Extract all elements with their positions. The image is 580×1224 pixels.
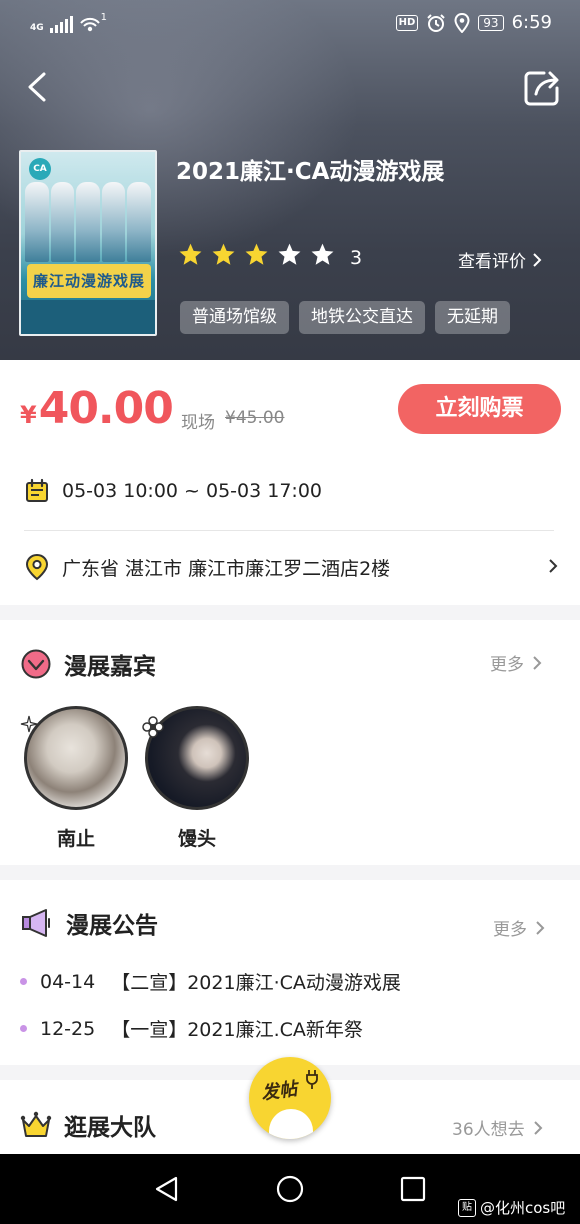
status-bar: 4G 1 HD 93 6:59 xyxy=(0,0,580,48)
battery-icon: 93 xyxy=(478,14,504,31)
guests-section-header: 漫展嘉宾 xyxy=(20,647,156,681)
flower-icon xyxy=(142,716,164,738)
guest-item[interactable]: 南止 xyxy=(24,706,128,851)
network-type: 4G xyxy=(30,23,44,33)
sale-type: 现场 xyxy=(181,413,215,433)
post-fab-button[interactable]: 发帖 xyxy=(249,1057,331,1139)
notice-item[interactable]: 12-25 【一宣】2021廉江.CA新年祭 xyxy=(20,1015,363,1042)
price-amount: 40.00 xyxy=(38,383,174,434)
chevron-right-icon xyxy=(533,655,542,670)
event-tag: 普通场馆级 xyxy=(180,301,289,334)
divider xyxy=(24,530,554,531)
notice-text: 【二宣】2021廉江·CA动漫游戏展 xyxy=(111,972,401,994)
alarm-icon xyxy=(427,13,446,32)
megaphone-icon xyxy=(22,909,50,937)
address-row[interactable]: 广东省 湛江市 廉江市廉江罗二酒店2楼 xyxy=(24,553,390,581)
guest-name: 馒头 xyxy=(177,828,216,850)
poster-footer xyxy=(21,300,155,334)
guest-name: 南止 xyxy=(56,828,95,850)
watermark-text: @化州cos吧 xyxy=(480,1199,566,1217)
price-detail: 现场 ¥45.00 xyxy=(181,408,284,433)
nav-recents-icon[interactable] xyxy=(398,1174,428,1204)
team-count: 36人想去 xyxy=(452,1120,525,1140)
event-time: 05-03 10:00 ~ 05-03 17:00 xyxy=(62,480,323,502)
star-icon xyxy=(212,243,235,265)
back-icon[interactable] xyxy=(24,70,54,104)
ticket-price: ¥ 40.00 xyxy=(20,383,174,434)
guest-avatar[interactable] xyxy=(24,706,128,810)
event-header: 4G 1 HD 93 6:59 CA 廉江动漫游戏展 2021廉江·CA动漫游戏… xyxy=(0,0,580,360)
tieba-icon: 贴 xyxy=(458,1198,476,1217)
wifi-icon xyxy=(79,17,100,32)
share-icon[interactable] xyxy=(522,68,562,108)
chevron-right-icon[interactable] xyxy=(548,558,558,574)
star-icon xyxy=(311,243,334,265)
bullet-dot xyxy=(20,978,27,985)
more-label: 更多 xyxy=(493,920,527,940)
star-icon xyxy=(245,243,268,265)
original-price: ¥45.00 xyxy=(225,408,285,428)
heart-badge-icon xyxy=(21,649,51,679)
sparkle-icon xyxy=(20,715,38,733)
notice-date: 04-14 xyxy=(40,970,96,993)
event-address: 广东省 湛江市 廉江市廉江罗二酒店2楼 xyxy=(62,557,391,580)
guests-title: 漫展嘉宾 xyxy=(64,654,156,680)
currency-symbol: ¥ xyxy=(20,401,37,429)
event-poster[interactable]: CA 廉江动漫游戏展 xyxy=(19,150,157,336)
view-reviews-link[interactable]: 查看评价 xyxy=(458,247,542,272)
team-section-header: 逛展大队 xyxy=(20,1108,156,1142)
notice-date: 12-25 xyxy=(40,1017,96,1040)
plug-icon xyxy=(306,1070,318,1089)
bullet-dot xyxy=(20,1025,27,1032)
notices-more-link[interactable]: 更多 xyxy=(493,915,545,940)
wifi-badge: 1 xyxy=(100,12,108,23)
event-title: 2021廉江·CA动漫游戏展 xyxy=(176,159,445,185)
clock: 6:59 xyxy=(511,12,552,33)
notice-item[interactable]: 04-14 【二宣】2021廉江·CA动漫游戏展 xyxy=(20,968,401,995)
rating-count: 3 xyxy=(350,247,363,269)
rating-stars xyxy=(178,242,335,267)
notices-title: 漫展公告 xyxy=(66,913,158,939)
calendar-icon xyxy=(26,478,48,502)
poster-banner: 廉江动漫游戏展 xyxy=(27,264,151,298)
chevron-right-icon xyxy=(533,252,542,267)
nav-home-icon[interactable] xyxy=(275,1174,305,1204)
more-label: 更多 xyxy=(490,655,524,675)
event-time-row: 05-03 10:00 ~ 05-03 17:00 xyxy=(24,478,322,504)
buy-ticket-button[interactable]: 立刻购票 xyxy=(398,384,561,434)
chevron-right-icon xyxy=(533,1120,543,1135)
poster-figures xyxy=(25,182,151,262)
view-reviews-label: 查看评价 xyxy=(458,252,526,272)
hd-icon: HD xyxy=(395,14,419,31)
location-icon xyxy=(454,12,470,33)
team-title: 逛展大队 xyxy=(64,1115,156,1141)
notice-text: 【一宣】2021廉江.CA新年祭 xyxy=(111,1019,363,1041)
chevron-right-icon xyxy=(536,920,545,935)
fab-label: 发帖 xyxy=(259,1078,299,1105)
location-pin-icon xyxy=(25,553,49,581)
guests-more-link[interactable]: 更多 xyxy=(490,650,542,675)
star-icon xyxy=(179,243,202,265)
star-icon xyxy=(278,243,301,265)
event-tags: 普通场馆级 地铁公交直达 无延期 xyxy=(180,301,510,334)
crown-icon xyxy=(20,1111,52,1137)
team-count-link[interactable]: 36人想去 xyxy=(452,1115,543,1140)
notices-section-header: 漫展公告 xyxy=(20,906,158,940)
event-tag: 无延期 xyxy=(435,301,510,334)
watermark: 贴 @化州cos吧 xyxy=(458,1197,565,1218)
signal-icon xyxy=(49,15,73,33)
mascot-face-icon xyxy=(269,1109,313,1139)
nav-back-icon[interactable] xyxy=(152,1174,182,1204)
poster-logo: CA xyxy=(29,158,51,180)
event-tag: 地铁公交直达 xyxy=(299,301,425,334)
